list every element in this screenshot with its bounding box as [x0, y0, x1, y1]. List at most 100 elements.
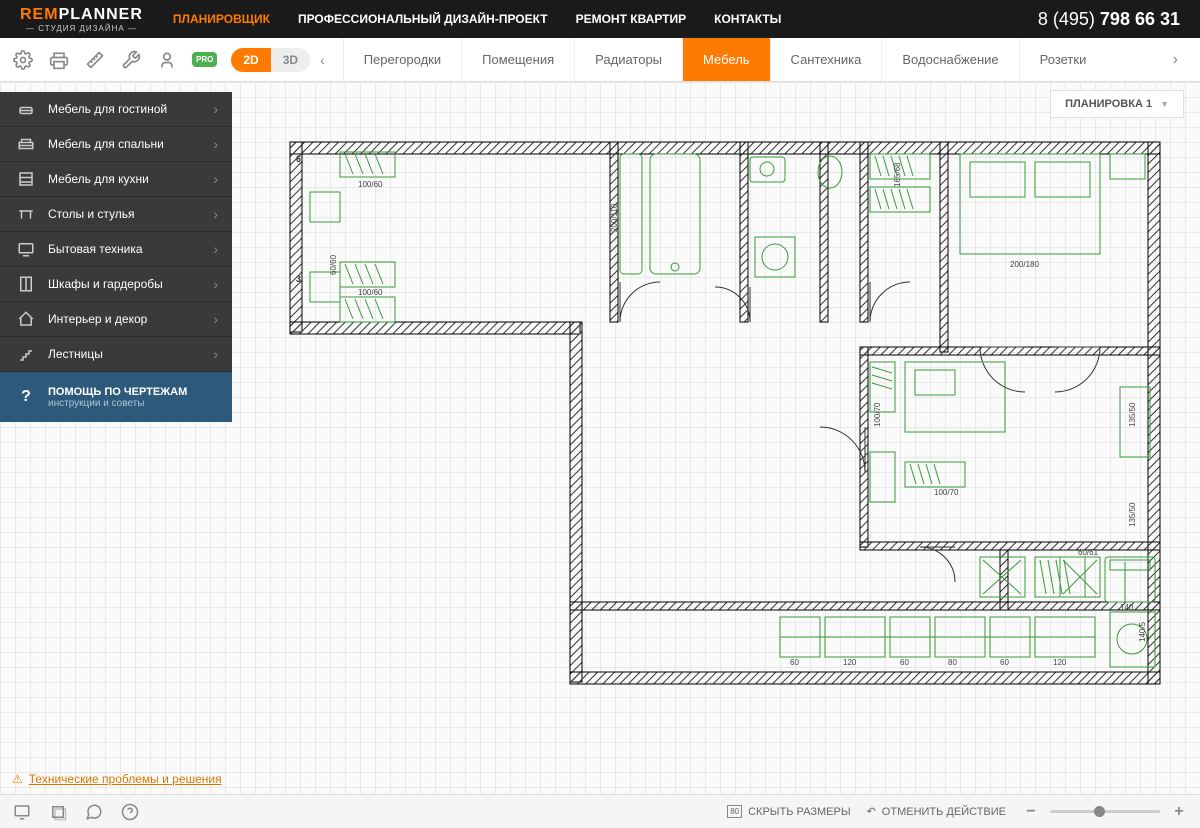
tab-rooms[interactable]: Помещения [461, 38, 574, 81]
svg-text:135/50: 135/50 [1128, 402, 1137, 427]
sidebar-item-bedroom[interactable]: Мебель для спальни › [0, 127, 232, 162]
sidebar-label: Мебель для гостиной [48, 102, 167, 116]
svg-text:100/60: 100/60 [358, 288, 383, 297]
undo-label: ОТМЕНИТЬ ДЕЙСТВИЕ [882, 806, 1006, 818]
user-icon[interactable] [156, 49, 178, 71]
help-text-block: ПОМОЩЬ ПО ЧЕРТЕЖАМ инструкции и советы [48, 386, 187, 409]
nav-contacts[interactable]: КОНТАКТЫ [714, 12, 781, 26]
svg-text:120: 120 [843, 658, 857, 667]
sidebar-help[interactable]: ? ПОМОЩЬ ПО ЧЕРТЕЖАМ инструкции и советы [0, 372, 232, 422]
zoom-out-button[interactable]: − [1022, 803, 1040, 821]
table-icon [14, 205, 38, 223]
sofa-icon [14, 100, 38, 118]
view-3d-button[interactable]: 3D [271, 48, 310, 72]
print-icon[interactable] [48, 49, 70, 71]
layers-icon[interactable] [48, 802, 68, 822]
footer-icons [12, 802, 140, 822]
chevron-right-icon: › [213, 346, 218, 362]
nav-design[interactable]: ПРОФЕССИОНАЛЬНЫЙ ДИЗАЙН-ПРОЕКТ [298, 12, 548, 26]
svg-text:100/70: 100/70 [873, 402, 882, 427]
canvas-area[interactable]: Мебель для гостиной › Мебель для спальни… [0, 82, 1200, 794]
tab-furniture[interactable]: Мебель [682, 38, 770, 81]
nav-repair[interactable]: РЕМОНТ КВАРТИР [576, 12, 687, 26]
tech-problems-link[interactable]: ⚠ Технические проблемы и решения [12, 772, 222, 786]
settings-icon[interactable] [12, 49, 34, 71]
svg-text:6: 6 [296, 154, 301, 164]
chevron-right-icon: › [213, 101, 218, 117]
hide-dims-label: СКРЫТЬ РАЗМЕРЫ [748, 806, 850, 818]
view-2d-button[interactable]: 2D [231, 48, 270, 72]
svg-text:135/50: 135/50 [1128, 502, 1137, 527]
sidebar-label: Бытовая техника [48, 242, 143, 256]
sidebar-label: Мебель для кухни [48, 172, 149, 186]
chevron-right-icon: › [213, 276, 218, 292]
tab-plumbing[interactable]: Сантехника [770, 38, 882, 81]
zoom-control: − + [1022, 803, 1188, 821]
zoom-handle[interactable] [1094, 806, 1105, 817]
logo-text: REMPLANNER [20, 6, 143, 24]
tabs-scroll-right[interactable]: › [1163, 51, 1188, 69]
view-toggle: 2D 3D [231, 48, 310, 72]
svg-text:140/5: 140/5 [1138, 621, 1147, 642]
svg-text:60: 60 [1000, 658, 1009, 667]
pro-badge[interactable]: PRO [192, 52, 217, 67]
svg-text:140: 140 [1120, 603, 1134, 612]
chevron-right-icon: › [213, 136, 218, 152]
svg-text:120: 120 [1053, 658, 1067, 667]
sidebar-item-wardrobes[interactable]: Шкафы и гардеробы › [0, 267, 232, 302]
chevron-right-icon: › [213, 206, 218, 222]
svg-text:60: 60 [900, 658, 909, 667]
svg-text:60/61: 60/61 [1078, 548, 1099, 557]
svg-text:60/60: 60/60 [329, 254, 338, 275]
screen-icon[interactable] [12, 802, 32, 822]
nav-planner[interactable]: ПЛАНИРОВЩИК [173, 12, 270, 26]
kitchen-icon [14, 170, 38, 188]
toolbar: PRO 2D 3D ‹ Перегородки Помещения Радиат… [0, 38, 1200, 82]
svg-text:165/68: 165/68 [893, 162, 902, 187]
sidebar-label: Лестницы [48, 347, 103, 361]
wardrobe-icon [14, 275, 38, 293]
category-tabs: Перегородки Помещения Радиаторы Мебель С… [343, 38, 1163, 81]
tab-sockets[interactable]: Розетки [1019, 38, 1107, 81]
tv-icon [14, 240, 38, 258]
sidebar-item-stairs[interactable]: Лестницы › [0, 337, 232, 372]
sidebar-item-tables[interactable]: Столы и стулья › [0, 197, 232, 232]
plan-selector-dropdown[interactable]: ПЛАНИРОВКА 1 ▼ [1050, 90, 1184, 118]
svg-text:60: 60 [790, 658, 799, 667]
sidebar-item-decor[interactable]: Интерьер и декор › [0, 302, 232, 337]
phone-number: 8 (495) 798 66 31 [1038, 9, 1180, 30]
sidebar-label: Интерьер и декор [48, 312, 147, 326]
footer-actions: 80 СКРЫТЬ РАЗМЕРЫ ↶ ОТМЕНИТЬ ДЕЙСТВИЕ − … [727, 803, 1188, 821]
ruler-icon[interactable] [84, 49, 106, 71]
hide-dimensions-button[interactable]: 80 СКРЫТЬ РАЗМЕРЫ [727, 805, 850, 818]
sidebar-label: Столы и стулья [48, 207, 135, 221]
home-icon [14, 310, 38, 328]
tabs-scroll-left[interactable]: ‹ [310, 52, 335, 68]
tech-link-text: Технические проблемы и решения [29, 772, 222, 786]
tab-partitions[interactable]: Перегородки [343, 38, 461, 81]
sidebar-item-appliances[interactable]: Бытовая техника › [0, 232, 232, 267]
chat-icon[interactable] [84, 802, 104, 822]
zoom-slider[interactable] [1050, 810, 1160, 813]
zoom-in-button[interactable]: + [1170, 803, 1188, 821]
tab-watersupply[interactable]: Водоснабжение [881, 38, 1018, 81]
floorplan-canvas[interactable]: 100/60 100/60 200/110 165/68 200/180 100… [280, 132, 1170, 692]
chevron-right-icon: › [213, 241, 218, 257]
sidebar-label: Мебель для спальни [48, 137, 164, 151]
tools-icon[interactable] [120, 49, 142, 71]
svg-text:100/60: 100/60 [358, 180, 383, 189]
logo[interactable]: REMPLANNER — СТУДИЯ ДИЗАЙНА — [20, 6, 143, 33]
undo-icon: ↶ [867, 805, 876, 818]
sidebar-item-living[interactable]: Мебель для гостиной › [0, 92, 232, 127]
svg-text:200/110: 200/110 [610, 203, 619, 232]
undo-button[interactable]: ↶ ОТМЕНИТЬ ДЕЙСТВИЕ [867, 805, 1006, 818]
bottom-toolbar: 80 СКРЫТЬ РАЗМЕРЫ ↶ ОТМЕНИТЬ ДЕЙСТВИЕ − … [0, 794, 1200, 828]
tab-radiators[interactable]: Радиаторы [574, 38, 682, 81]
svg-text:200/180: 200/180 [1010, 260, 1039, 269]
bed-icon [14, 135, 38, 153]
stairs-icon [14, 345, 38, 363]
sidebar-item-kitchen[interactable]: Мебель для кухни › [0, 162, 232, 197]
svg-text:80: 80 [948, 658, 957, 667]
help-icon[interactable] [120, 802, 140, 822]
main-nav: ПЛАНИРОВЩИК ПРОФЕССИОНАЛЬНЫЙ ДИЗАЙН-ПРОЕ… [173, 12, 781, 26]
